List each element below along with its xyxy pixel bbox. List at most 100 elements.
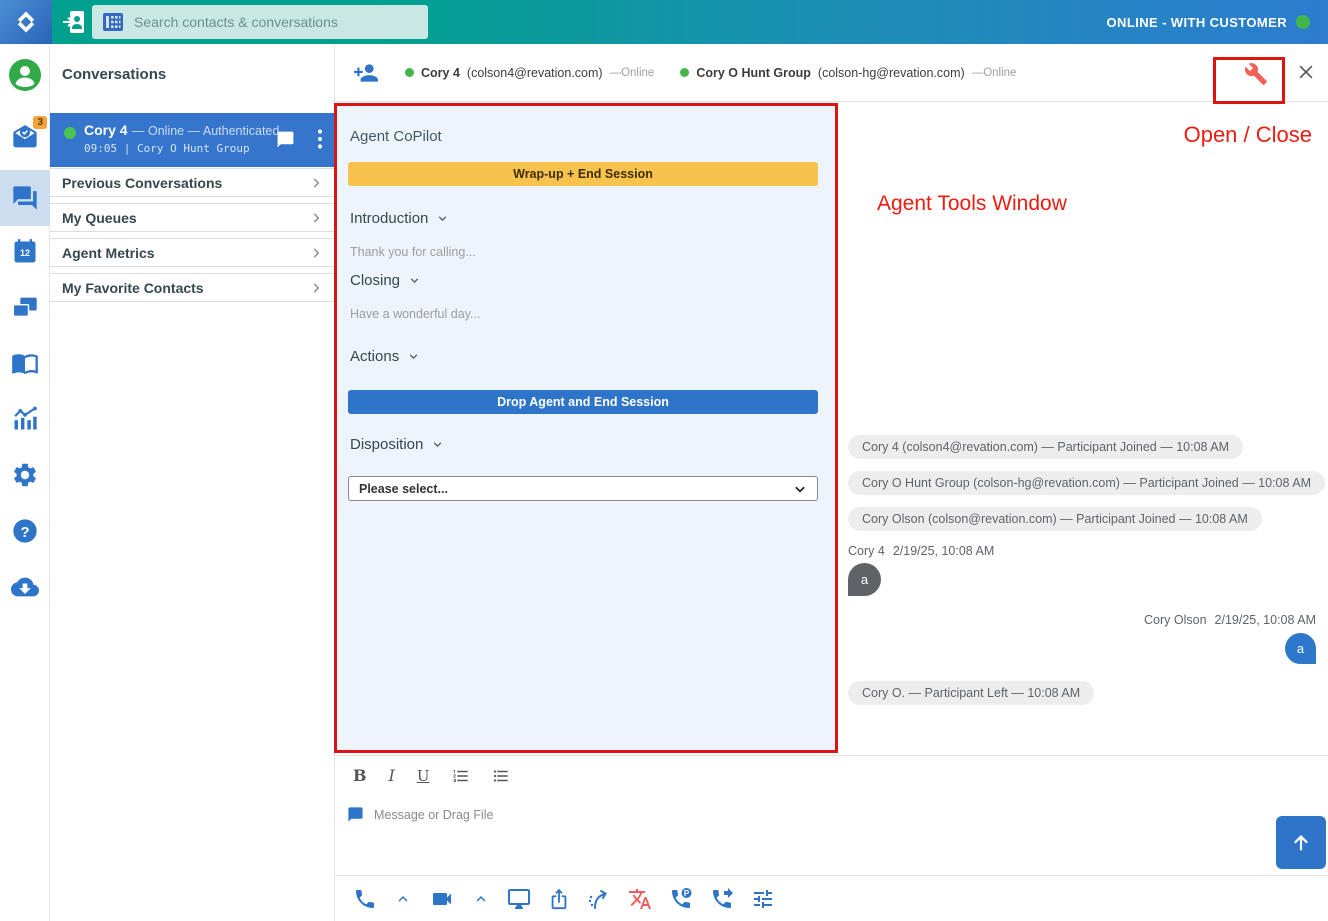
agent-copilot-panel: Agent CoPilot Wrap-up + End Session Intr… bbox=[337, 106, 835, 750]
system-message: Cory Olson (colson@revation.com) — Parti… bbox=[848, 507, 1262, 531]
closing-preview: Have a wonderful day... bbox=[350, 307, 480, 321]
online-dot bbox=[680, 68, 689, 77]
chevron-down-icon bbox=[406, 349, 421, 364]
sidebar-item-agent-metrics[interactable]: Agent Metrics bbox=[50, 238, 335, 267]
sidebar-item-previous-conversations[interactable]: Previous Conversations bbox=[50, 168, 335, 197]
sidebar-item-inbox[interactable]: 3 bbox=[0, 113, 50, 163]
gear-icon bbox=[11, 461, 39, 489]
sidebar-item-windows[interactable] bbox=[0, 282, 50, 332]
chevron-down-icon bbox=[407, 273, 422, 288]
open-contact-directory-icon[interactable] bbox=[62, 9, 90, 35]
message-timestamp: 2/19/25, 10:08 AM bbox=[893, 544, 994, 558]
disposition-section-toggle[interactable]: Disposition bbox=[350, 436, 445, 453]
introduction-label: Introduction bbox=[350, 210, 428, 227]
phone-transfer-icon[interactable] bbox=[710, 887, 734, 911]
underline-button[interactable]: U bbox=[417, 767, 430, 785]
introduction-preview: Thank you for calling... bbox=[350, 245, 476, 259]
participant-cory4: Cory 4 (colson4@revation.com) —Online bbox=[405, 66, 654, 80]
presence-status[interactable]: ONLINE - WITH CUSTOMER bbox=[1107, 0, 1310, 44]
sidebar-item-profile[interactable] bbox=[0, 50, 50, 100]
video-options-caret-icon[interactable] bbox=[472, 890, 490, 908]
sidebar-item-metrics[interactable] bbox=[0, 394, 50, 444]
system-message: Cory O. — Participant Left — 10:08 AM bbox=[848, 681, 1094, 705]
screen-share-icon[interactable] bbox=[507, 887, 531, 911]
sidebar-item-my-queues[interactable]: My Queues bbox=[50, 203, 335, 232]
actions-section-toggle[interactable]: Actions bbox=[350, 348, 421, 365]
svg-text:?: ? bbox=[20, 524, 29, 541]
ordered-list-icon[interactable] bbox=[452, 767, 470, 785]
presence-status-dot bbox=[1296, 15, 1310, 29]
sidebar-item-help[interactable]: ? bbox=[0, 506, 50, 556]
phone-call-icon[interactable] bbox=[353, 887, 377, 911]
wrapup-end-session-button[interactable]: Wrap-up + End Session bbox=[348, 162, 818, 186]
call-toolbar: P bbox=[353, 887, 775, 911]
message-timestamp: 2/19/25, 10:08 AM bbox=[1215, 613, 1316, 627]
chevron-right-icon bbox=[309, 211, 323, 225]
section-label: Agent Metrics bbox=[62, 245, 155, 261]
italic-button[interactable]: I bbox=[389, 766, 395, 785]
section-label: My Favorite Contacts bbox=[62, 280, 204, 296]
conversations-title: Conversations bbox=[62, 66, 166, 83]
sidebar-item-settings[interactable] bbox=[0, 450, 50, 500]
composer-divider bbox=[335, 755, 1328, 756]
translate-icon[interactable] bbox=[628, 887, 652, 911]
search-bar[interactable] bbox=[92, 5, 428, 39]
message-sender: Cory 4 bbox=[848, 544, 885, 558]
agent-tools-wrench-icon[interactable] bbox=[1244, 62, 1268, 86]
chevron-right-icon bbox=[309, 281, 323, 295]
bold-button[interactable]: B bbox=[353, 766, 367, 785]
left-icon-rail: 3 12 bbox=[0, 44, 50, 921]
sidebar-item-conversations[interactable] bbox=[0, 170, 50, 226]
conversation-chat-icon[interactable] bbox=[276, 130, 295, 149]
close-icon[interactable] bbox=[1296, 62, 1316, 82]
message-meta-left: Cory 4 2/19/25, 10:08 AM bbox=[848, 544, 994, 558]
active-conversation-name: Cory 4 bbox=[84, 122, 128, 138]
participant-status: —Online bbox=[610, 67, 655, 79]
search-input[interactable] bbox=[134, 14, 418, 30]
closing-section-toggle[interactable]: Closing bbox=[350, 272, 422, 289]
participant-name: Cory 4 bbox=[421, 66, 460, 80]
phone-park-icon[interactable]: P bbox=[669, 887, 693, 911]
sidebar-item-my-favorite-contacts[interactable]: My Favorite Contacts bbox=[50, 273, 335, 302]
participant-email: (colson4@revation.com) bbox=[467, 66, 603, 80]
toolbar-divider bbox=[335, 875, 1328, 876]
smart-transfer-icon[interactable] bbox=[587, 887, 611, 911]
chat-header: Cory 4 (colson4@revation.com) —Online Co… bbox=[335, 44, 1328, 102]
chat-bubble-icon bbox=[347, 806, 364, 823]
active-conversation-row[interactable]: Cory 4 — Online — Authenticated 09:05 | … bbox=[50, 113, 335, 167]
conversations-panel: Conversations Cory 4 — Online — Authenti… bbox=[50, 44, 335, 921]
sidebar-item-downloads[interactable] bbox=[0, 562, 50, 612]
sidebar-item-calendar[interactable]: 12 bbox=[0, 227, 50, 277]
file-upload-icon[interactable] bbox=[548, 887, 570, 911]
drop-agent-end-session-button[interactable]: Drop Agent and End Session bbox=[348, 390, 818, 414]
layers-windows-icon bbox=[11, 293, 39, 321]
chat-area: Cory 4 (colson4@revation.com) —Online Co… bbox=[335, 44, 1328, 921]
svg-text:P: P bbox=[684, 889, 690, 898]
closing-label: Closing bbox=[350, 272, 400, 289]
add-participant-icon[interactable] bbox=[353, 60, 379, 86]
scroll-up-button[interactable] bbox=[1276, 816, 1326, 869]
sidebar-item-knowledge-book[interactable] bbox=[0, 338, 50, 388]
chevron-right-icon bbox=[309, 246, 323, 260]
diamond-logo-icon bbox=[13, 9, 39, 35]
chevron-right-icon bbox=[309, 176, 323, 190]
section-label: My Queues bbox=[62, 210, 137, 226]
dialpad-icon bbox=[102, 12, 124, 32]
disposition-select[interactable]: Please select... bbox=[348, 476, 818, 501]
video-call-icon[interactable] bbox=[429, 887, 455, 911]
message-sender: Cory Olson bbox=[1144, 613, 1207, 627]
phone-options-caret-icon[interactable] bbox=[394, 890, 412, 908]
analytics-chart-icon bbox=[11, 405, 39, 433]
app-logo[interactable] bbox=[0, 0, 52, 44]
online-dot bbox=[405, 68, 414, 77]
annotation-agent-tools-window: Agent Tools Window bbox=[877, 192, 1067, 216]
avatar-profile-icon bbox=[8, 58, 42, 92]
participant-name: Cory O Hunt Group bbox=[696, 66, 811, 80]
conversation-more-icon[interactable] bbox=[317, 128, 323, 150]
help-icon: ? bbox=[11, 517, 39, 545]
message-input[interactable]: Message or Drag File bbox=[347, 806, 494, 823]
introduction-section-toggle[interactable]: Introduction bbox=[350, 210, 450, 227]
bullet-list-icon[interactable] bbox=[492, 767, 510, 785]
audio-settings-icon[interactable] bbox=[751, 887, 775, 911]
message-input-placeholder: Message or Drag File bbox=[374, 808, 494, 822]
